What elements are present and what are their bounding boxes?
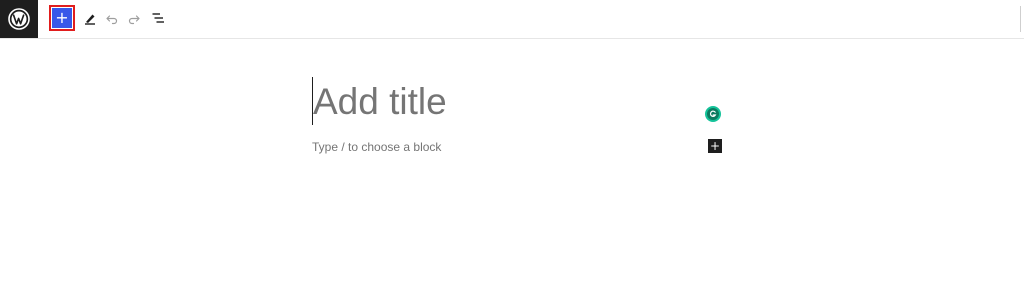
grammarly-button[interactable] [705, 106, 721, 122]
toolbar-right-edge [1020, 6, 1024, 32]
add-block-highlight: + [49, 5, 75, 31]
plus-icon: + [55, 8, 69, 27]
list-view-icon [152, 13, 164, 23]
undo-icon [106, 15, 118, 25]
block-appender-placeholder[interactable]: Type / to choose a block [312, 140, 441, 154]
undo-button[interactable] [103, 9, 121, 27]
redo-icon [128, 15, 140, 25]
wordpress-icon [8, 8, 30, 30]
post-title-placeholder[interactable]: Add title [313, 75, 447, 129]
wordpress-logo[interactable] [0, 0, 38, 38]
grammarly-icon [707, 108, 719, 120]
document-overview-button[interactable] [149, 9, 167, 27]
pencil-icon [85, 14, 95, 25]
redo-button[interactable] [125, 9, 143, 27]
tools-button[interactable] [81, 9, 99, 27]
editor-top-toolbar: + [0, 0, 1024, 39]
inline-add-block-button[interactable]: + [708, 139, 722, 153]
add-block-button[interactable]: + [52, 8, 72, 28]
plus-icon: + [709, 139, 721, 153]
